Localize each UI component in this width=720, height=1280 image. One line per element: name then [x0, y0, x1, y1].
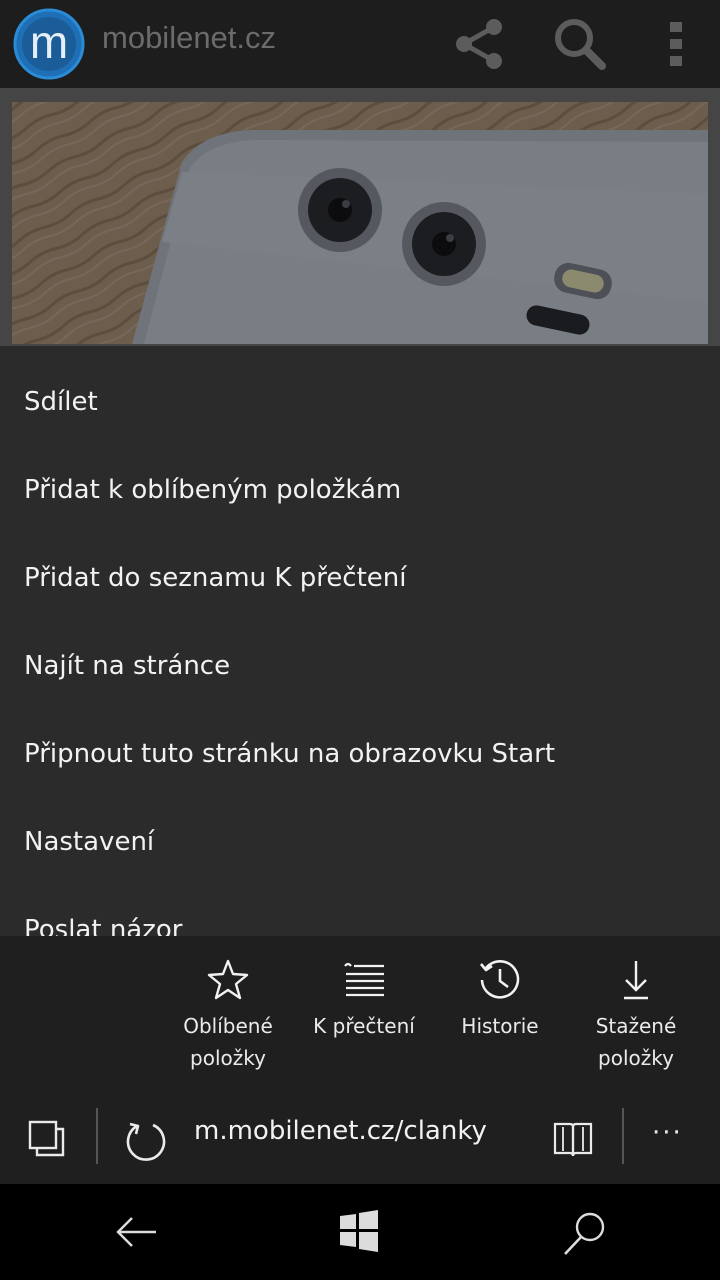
- downloads-label-line1: Stažené: [595, 1014, 677, 1038]
- history-label: Historie: [461, 1014, 539, 1038]
- site-logo-letter: m: [30, 16, 68, 68]
- refresh-icon[interactable]: [122, 1118, 168, 1164]
- reading-list-label: K přečtení: [313, 1014, 415, 1038]
- reading-list-icon: [344, 962, 384, 997]
- url-field[interactable]: m.mobilenet.cz/clanky: [194, 1116, 487, 1146]
- browser-more-menu: Sdílet Přidat k oblíbeným položkám Přida…: [0, 346, 720, 936]
- more-vertical-icon[interactable]: [664, 20, 688, 68]
- download-icon: [624, 961, 648, 1000]
- system-navigation-bar: [0, 1184, 720, 1280]
- menu-item-find-on-page[interactable]: Najít na stránce: [0, 622, 720, 710]
- reading-view-icon[interactable]: [552, 1118, 594, 1160]
- menu-item-feedback[interactable]: Poslat názor: [0, 886, 720, 936]
- back-arrow-icon[interactable]: [112, 1208, 160, 1256]
- menu-item-add-reading-list[interactable]: Přidat do seznamu K přečtení: [0, 534, 720, 622]
- search-icon[interactable]: [560, 1210, 608, 1258]
- favorites-label-line2: položky: [190, 1046, 266, 1070]
- address-bar: m.mobilenet.cz/clanky ···: [0, 1096, 720, 1184]
- reading-list-button[interactable]: K přečtení: [296, 958, 432, 1078]
- address-divider-left: [96, 1108, 98, 1164]
- more-options-button[interactable]: ···: [652, 1118, 696, 1154]
- favorites-button[interactable]: Oblíbené položky: [160, 958, 296, 1078]
- tabs-icon[interactable]: [26, 1118, 68, 1160]
- share-icon[interactable]: [452, 17, 506, 71]
- menu-item-settings[interactable]: Nastavení: [0, 798, 720, 886]
- downloads-label-line2: položky: [598, 1046, 674, 1070]
- article-image[interactable]: [12, 102, 708, 344]
- menu-item-pin-to-start[interactable]: Připnout tuto stránku na obrazovku Start: [0, 710, 720, 798]
- star-icon: [207, 959, 249, 1000]
- search-icon[interactable]: [552, 16, 608, 72]
- downloads-label: Stažené položky: [568, 1010, 704, 1074]
- site-name[interactable]: mobilenet.cz: [102, 20, 276, 56]
- favorites-label-line1: Oblíbené: [183, 1014, 273, 1038]
- menu-item-add-favorite[interactable]: Přidat k oblíbeným položkám: [0, 446, 720, 534]
- site-logo[interactable]: m: [13, 8, 85, 80]
- site-header: m mobilenet.cz: [0, 0, 720, 88]
- address-divider-right: [622, 1108, 624, 1164]
- history-button[interactable]: Historie: [432, 958, 568, 1078]
- downloads-button[interactable]: Stažené položky: [568, 958, 704, 1078]
- history-icon: [480, 960, 520, 999]
- article-image-frame: [0, 88, 720, 346]
- browser-app-bar: Oblíbené položky K přečtení Historie Sta…: [0, 936, 720, 1184]
- menu-item-share[interactable]: Sdílet: [0, 358, 720, 446]
- favorites-label: Oblíbené položky: [160, 1010, 296, 1074]
- windows-start-icon[interactable]: [338, 1210, 380, 1252]
